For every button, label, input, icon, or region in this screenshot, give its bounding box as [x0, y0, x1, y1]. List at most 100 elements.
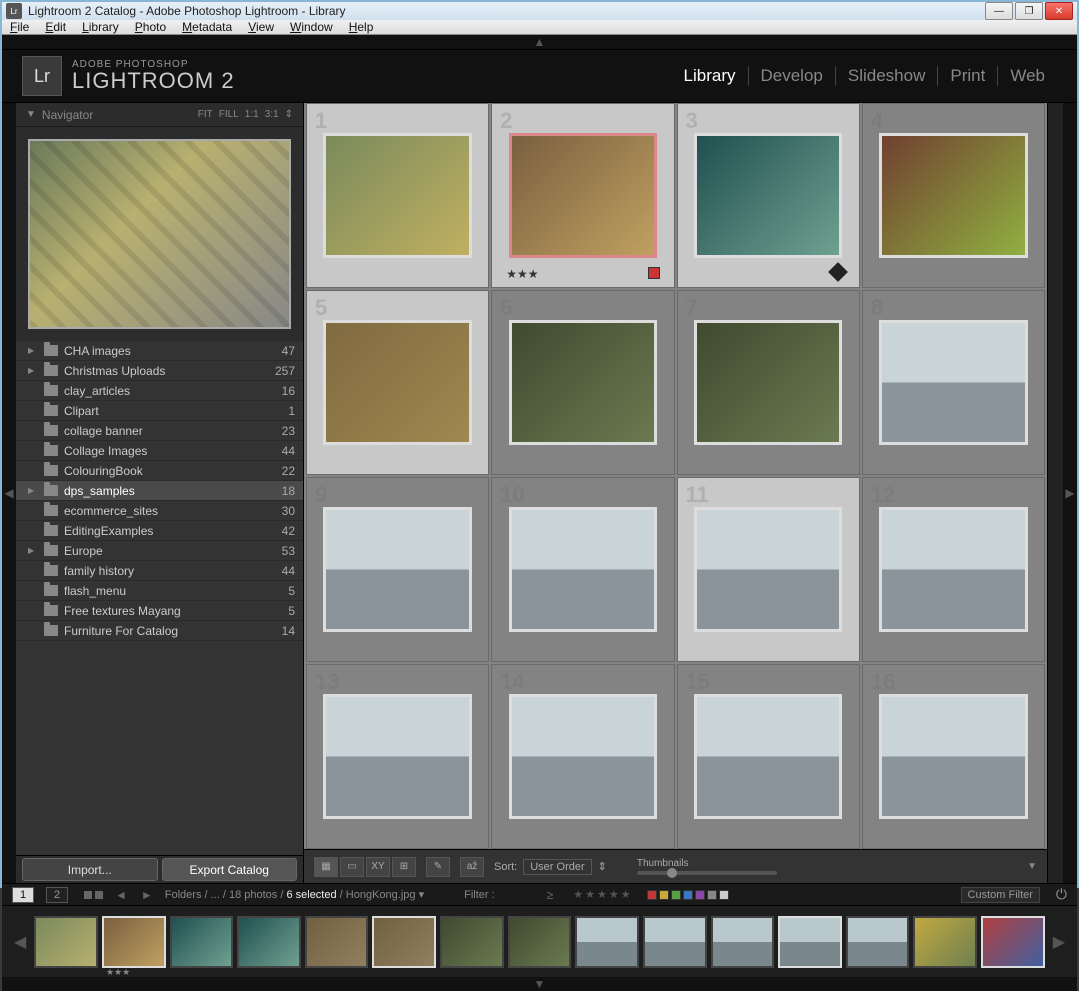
menu-file[interactable]: File: [10, 20, 29, 34]
filmstrip-thumbnail[interactable]: [170, 916, 234, 968]
window-maximize-button[interactable]: ❐: [1015, 2, 1043, 20]
filmstrip-left-arrow[interactable]: ◀: [10, 932, 30, 952]
folder-row[interactable]: ColouringBook22: [16, 461, 303, 481]
display-2-button[interactable]: 2: [46, 887, 68, 903]
folder-row[interactable]: family history44: [16, 561, 303, 581]
filmstrip-thumbnail[interactable]: [372, 916, 436, 968]
grid-cell[interactable]: 15: [677, 664, 860, 849]
folder-row[interactable]: flash_menu5: [16, 581, 303, 601]
disclosure-triangle-icon[interactable]: ▶: [28, 486, 38, 495]
filmstrip-right-arrow[interactable]: ▶: [1049, 932, 1069, 952]
menu-library[interactable]: Library: [82, 20, 119, 34]
top-panel-collapse[interactable]: ▲: [2, 35, 1077, 49]
menu-help[interactable]: Help: [349, 20, 374, 34]
grid-cell[interactable]: 4: [862, 103, 1045, 288]
filmstrip-thumbnail[interactable]: [508, 916, 572, 968]
folder-row[interactable]: ▶CHA images47: [16, 341, 303, 361]
folder-row[interactable]: Clipart1: [16, 401, 303, 421]
sort-stepper-icon[interactable]: ⇕: [598, 860, 607, 873]
bottom-panel-collapse[interactable]: ▼: [2, 977, 1077, 991]
filmstrip-thumbnail[interactable]: [575, 916, 639, 968]
custom-filter-dropdown[interactable]: Custom Filter: [961, 887, 1040, 903]
grid-cell[interactable]: 14: [491, 664, 674, 849]
menu-window[interactable]: Window: [290, 20, 333, 34]
slider-track[interactable]: [637, 871, 777, 875]
folder-row[interactable]: Free textures Mayang5: [16, 601, 303, 621]
menu-view[interactable]: View: [248, 20, 274, 34]
grid-cell[interactable]: 11: [677, 477, 860, 662]
folder-row[interactable]: EditingExamples42: [16, 521, 303, 541]
export-catalog-button[interactable]: Export Catalog: [162, 858, 298, 881]
folder-row[interactable]: ecommerce_sites30: [16, 501, 303, 521]
filmstrip-thumbnail[interactable]: [34, 916, 98, 968]
grid-cell[interactable]: 1: [306, 103, 489, 288]
rating-stars[interactable]: ★★★: [506, 267, 538, 281]
toolbar-expand-icon[interactable]: ▼: [1027, 861, 1037, 872]
folder-row[interactable]: collage banner23: [16, 421, 303, 441]
view-compare-button[interactable]: XY: [366, 857, 390, 877]
import-button[interactable]: Import...: [22, 858, 158, 881]
window-minimize-button[interactable]: —: [985, 2, 1013, 20]
grid-mode-icon[interactable]: [84, 891, 92, 899]
window-close-button[interactable]: ✕: [1045, 2, 1073, 20]
folder-row[interactable]: ▶Christmas Uploads257: [16, 361, 303, 381]
zoom-1to1[interactable]: 1:1: [245, 109, 259, 120]
module-develop[interactable]: Develop: [749, 66, 836, 86]
disclosure-triangle-icon[interactable]: ▶: [28, 366, 38, 375]
folder-row[interactable]: ▶Europe53: [16, 541, 303, 561]
filter-ge-icon[interactable]: ≥: [545, 888, 556, 902]
zoom-fill[interactable]: FILL: [219, 109, 239, 120]
breadcrumb[interactable]: Folders / ... / 18 photos / 6 selected /…: [165, 888, 424, 901]
menu-metadata[interactable]: Metadata: [182, 20, 232, 34]
right-panel-collapsed[interactable]: [1047, 103, 1063, 883]
grid-cell[interactable]: 6: [491, 290, 674, 475]
folder-row[interactable]: clay_articles16: [16, 381, 303, 401]
view-survey-button[interactable]: ⊞: [392, 857, 416, 877]
color-label-swatch[interactable]: [647, 890, 657, 900]
module-library[interactable]: Library: [672, 66, 749, 86]
folder-row[interactable]: Furniture For Catalog14: [16, 621, 303, 641]
navigator-header[interactable]: ▼ Navigator FIT FILL 1:1 3:1 ⇕: [16, 103, 303, 127]
menu-edit[interactable]: Edit: [45, 20, 66, 34]
filmstrip-thumbnail[interactable]: [778, 916, 842, 968]
grid-cell[interactable]: 3: [677, 103, 860, 288]
breadcrumb-dropdown-icon[interactable]: ▾: [419, 889, 425, 901]
grid-cell[interactable]: 16: [862, 664, 1045, 849]
color-label-swatch[interactable]: [683, 890, 693, 900]
zoom-stepper-icon[interactable]: ⇕: [285, 109, 293, 120]
grid-cell[interactable]: 8: [862, 290, 1045, 475]
grid-cell[interactable]: 5: [306, 290, 489, 475]
color-label-swatch[interactable]: [719, 890, 729, 900]
module-slideshow[interactable]: Slideshow: [836, 66, 939, 86]
grid-cell[interactable]: 10: [491, 477, 674, 662]
view-loupe-button[interactable]: ▭: [340, 857, 364, 877]
grid-cell[interactable]: 7: [677, 290, 860, 475]
filmstrip-thumbnail[interactable]: [237, 916, 301, 968]
color-label-swatch[interactable]: [707, 890, 717, 900]
folder-row[interactable]: Collage Images44: [16, 441, 303, 461]
color-label-swatch[interactable]: [659, 890, 669, 900]
filmstrip-thumbnail[interactable]: [846, 916, 910, 968]
filmstrip-thumbnail[interactable]: [305, 916, 369, 968]
grid-cell[interactable]: 9: [306, 477, 489, 662]
sort-direction-icon[interactable]: aẑ: [460, 857, 484, 877]
sort-value[interactable]: User Order: [523, 859, 591, 875]
menu-photo[interactable]: Photo: [135, 20, 166, 34]
zoom-3to1[interactable]: 3:1: [265, 109, 279, 120]
filter-star-rating[interactable]: ★★★★★: [573, 888, 630, 901]
zoom-fit[interactable]: FIT: [198, 109, 213, 120]
left-panel-collapse[interactable]: ◀: [2, 103, 16, 883]
titlebar[interactable]: Lr Lightroom 2 Catalog - Adobe Photoshop…: [2, 2, 1077, 20]
nav-forward-icon[interactable]: ►: [139, 888, 155, 902]
thumbnail-size-slider[interactable]: Thumbnails: [637, 858, 777, 875]
color-label-swatch[interactable]: [695, 890, 705, 900]
grid-cell[interactable]: 13: [306, 664, 489, 849]
filter-lock-icon[interactable]: ⏻: [1056, 886, 1067, 903]
nav-back-icon[interactable]: ◄: [113, 888, 129, 902]
disclosure-triangle-icon[interactable]: ▶: [28, 346, 38, 355]
disclosure-triangle-icon[interactable]: ▶: [28, 546, 38, 555]
grid-cell[interactable]: 12: [862, 477, 1045, 662]
filmstrip-thumbnail[interactable]: [913, 916, 977, 968]
metadata-badge-icon[interactable]: [828, 262, 848, 282]
grid-mode-icon-2[interactable]: [95, 891, 103, 899]
